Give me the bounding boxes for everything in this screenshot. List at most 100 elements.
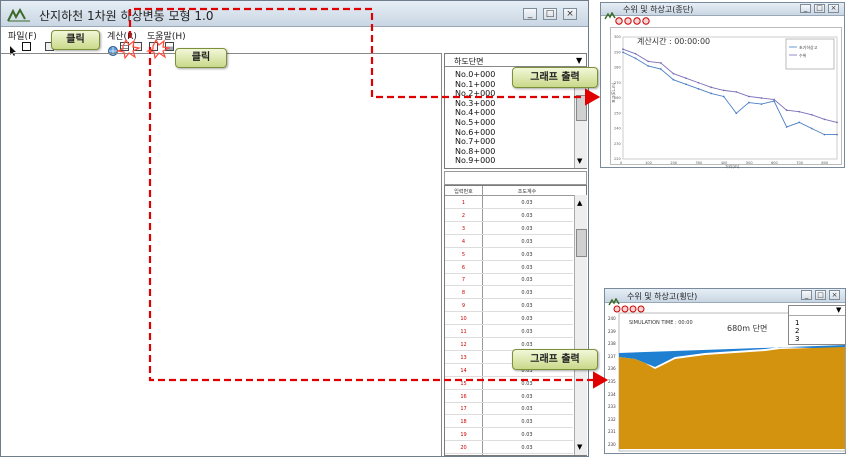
roughness-table: 입력번호 조도계수 ▲ ▼ 1 0.03 2 0.03 3 0.03 4 0.03 5 0.03 6… (444, 185, 587, 456)
scroll-down-arrow-icon[interactable]: ▼ (577, 443, 582, 451)
roughness-value[interactable]: 0.03 (482, 290, 572, 296)
table-row[interactable]: 18 0.03 (445, 415, 573, 429)
table-tool-icon[interactable] (120, 42, 129, 51)
longitudinal-window: 수위 및 하상고(종단) _ □ × 계산시간 : 00:00:00 초기하상고… (600, 2, 845, 169)
table-header-roughness: 조도계수 (517, 189, 537, 195)
roughness-value[interactable]: 0.03 (482, 432, 572, 438)
roughness-value[interactable]: 0.03 (482, 226, 572, 232)
x-tick-label: 600 (771, 161, 778, 165)
table-row[interactable]: 17 0.03 (445, 402, 573, 416)
scroll-thumb[interactable] (576, 95, 587, 121)
chevron-down-icon[interactable]: ▼ (836, 306, 841, 314)
scroll-down-arrow-icon[interactable]: ▼ (577, 157, 582, 165)
roughness-value[interactable]: 0.03 (482, 342, 572, 348)
data-point (634, 52, 637, 55)
minimize-button[interactable]: _ (523, 8, 537, 20)
chevron-down-icon[interactable]: ▼ (576, 56, 582, 65)
cross-section-window: 수위 및 하상고(횡단) _ □ × SIMULATION TIME : 00:… (604, 288, 846, 454)
graph-output-callout-2: 그래프 출력 (512, 349, 598, 370)
section-list-item[interactable]: No.1+000 (455, 80, 495, 89)
data-point (747, 95, 750, 98)
row-number: 10 (460, 316, 467, 323)
section-list-item[interactable]: No.9+000 (455, 156, 495, 165)
table-row[interactable]: 19 0.03 (445, 428, 573, 442)
table-row[interactable]: 20 0.03 (445, 441, 573, 455)
longitudinal-graph-icon[interactable] (133, 42, 142, 51)
table-header-number: 입력번호 (454, 189, 473, 195)
section-list-item[interactable]: No.0+000 (455, 70, 495, 79)
table-row[interactable]: 9 0.03 (445, 299, 573, 313)
section-list-item[interactable]: No.7+000 (455, 137, 495, 146)
data-point (647, 60, 650, 63)
y-tick-label: 233 (608, 404, 616, 410)
main-window-title: 산지하천 1차원 하상변동 모형 1.0 (39, 9, 214, 23)
roughness-value[interactable]: 0.03 (482, 213, 572, 219)
section-list-item[interactable]: No.3+000 (455, 99, 495, 108)
roughness-value[interactable]: 0.03 (482, 406, 572, 412)
table-row[interactable]: 15 0.03 (445, 377, 573, 390)
table-row[interactable]: 7 0.03 (445, 273, 573, 287)
roughness-value[interactable]: 0.03 (482, 329, 572, 335)
roughness-value[interactable]: 0.03 (482, 381, 572, 387)
roughness-value[interactable]: 0.03 (482, 200, 572, 206)
dropdown-option[interactable]: 3 (795, 335, 799, 343)
table-row[interactable]: 8 0.03 (445, 286, 573, 300)
dropdown-option[interactable]: 1 (795, 319, 799, 327)
data-point (647, 65, 650, 67)
table-scrollbar[interactable]: ▲ ▼ (574, 195, 587, 455)
data-point (836, 121, 838, 124)
rectangle-tool-icon[interactable] (22, 42, 31, 51)
y-tick-label: 220 (614, 157, 621, 161)
legend-label: 초기하상고 (799, 44, 818, 50)
data-point (659, 62, 662, 64)
roughness-value[interactable]: 0.03 (482, 239, 572, 245)
table-row[interactable]: 6 0.03 (445, 261, 573, 274)
roughness-value[interactable]: 0.03 (482, 316, 572, 322)
roughness-value[interactable]: 0.03 (482, 252, 572, 258)
y-tick-label: 300 (614, 35, 621, 39)
main-window: 산지하천 1차원 하상변동 모형 1.0 _ □ × 파일(F) 계산(R) 도… (0, 0, 589, 457)
section-list-item[interactable]: No.6+000 (455, 128, 495, 137)
data-point (785, 109, 788, 112)
roughness-value[interactable]: 0.03 (482, 394, 572, 400)
roughness-value[interactable]: 0.03 (482, 303, 572, 309)
legend-label: 수위 (799, 52, 807, 58)
table-row[interactable]: 3 0.03 (445, 222, 573, 235)
data-point (773, 100, 775, 102)
table-row[interactable]: 5 0.03 (445, 248, 573, 261)
table-scroll-thumb[interactable] (576, 229, 587, 257)
section-list-item[interactable]: No.4+000 (455, 108, 495, 117)
row-number: 12 (460, 341, 467, 348)
data-point (685, 83, 687, 86)
roughness-value[interactable]: 0.03 (482, 419, 572, 425)
table-row[interactable]: 4 0.03 (445, 235, 573, 248)
table-row[interactable]: 2 0.03 (445, 209, 573, 222)
menu-help[interactable]: 도움말(H) (147, 29, 186, 42)
table-row[interactable]: 11 0.03 (445, 325, 573, 338)
section-list-item[interactable]: No.5+000 (455, 118, 495, 127)
row-number: 8 (461, 290, 466, 297)
table-row[interactable]: 10 0.03 (445, 312, 573, 326)
table-row[interactable]: 1 0.03 (445, 196, 573, 209)
dropdown-option[interactable]: 2 (795, 327, 799, 335)
row-number: 2 (461, 212, 466, 219)
run-tool-icon[interactable] (149, 42, 158, 51)
app-logo-icon (7, 7, 31, 26)
cross-graph-icon[interactable] (165, 42, 174, 51)
scroll-up-arrow-icon[interactable]: ▲ (577, 199, 582, 207)
roughness-value[interactable]: 0.03 (482, 277, 572, 283)
section-dropdown[interactable]: ▼ 1 2 3 (788, 305, 846, 345)
table-row[interactable]: 16 0.03 (445, 390, 573, 403)
roughness-value[interactable]: 0.03 (482, 265, 572, 271)
main-title-bar: 산지하천 1차원 하상변동 모형 1.0 _ □ × (1, 1, 588, 27)
roughness-value[interactable]: 0.03 (482, 445, 572, 451)
maximize-button[interactable]: □ (543, 8, 557, 20)
section-list-item[interactable]: No.2+000 (455, 89, 495, 98)
data-point (622, 48, 624, 51)
dropdown-header[interactable]: ▼ (789, 306, 845, 316)
x-axis-label: 거리(m) (725, 163, 740, 169)
section-list-item[interactable]: No.8+000 (455, 147, 495, 156)
row-number: 16 (460, 393, 467, 400)
close-button[interactable]: × (563, 8, 577, 20)
row-number: 6 (461, 264, 466, 271)
